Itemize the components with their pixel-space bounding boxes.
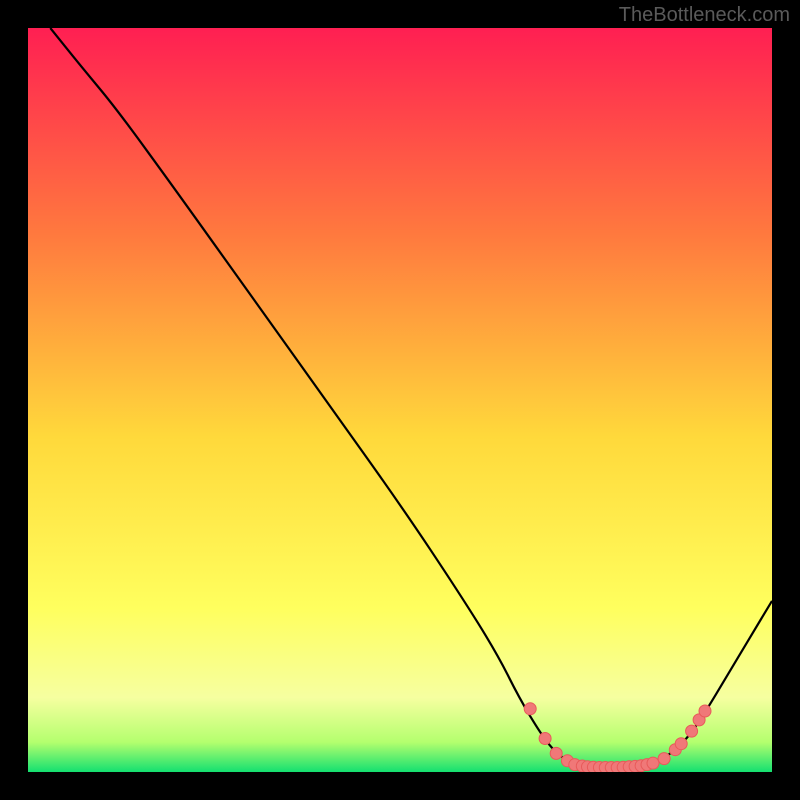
data-marker [699, 705, 711, 717]
data-marker [550, 747, 562, 759]
data-marker [686, 725, 698, 737]
watermark-text: TheBottleneck.com [619, 4, 790, 27]
chart-frame: TheBottleneck.com [0, 0, 800, 800]
data-marker [675, 738, 687, 750]
data-marker [647, 757, 659, 769]
data-marker [658, 753, 670, 765]
data-marker [524, 703, 536, 715]
plot-area [28, 28, 772, 772]
data-marker [539, 733, 551, 745]
chart-svg [28, 28, 772, 772]
